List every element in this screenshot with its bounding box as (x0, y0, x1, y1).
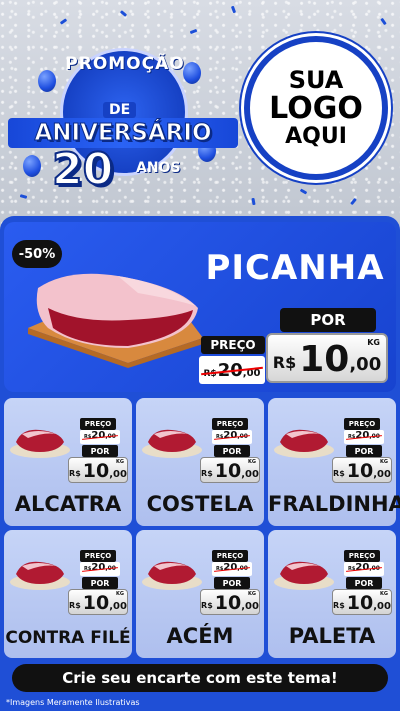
price-unit: KG (248, 459, 256, 465)
old-price: R$ 20 ,00 (80, 430, 120, 444)
product-name: ACÉM (166, 624, 234, 648)
balloon-icon (38, 70, 56, 92)
logo-placeholder[interactable]: SUA LOGO AQUI (244, 36, 388, 180)
logo-text-line1: SUA (288, 66, 344, 95)
promo-title-de: DE (103, 102, 137, 118)
meat-cut-icon (142, 429, 202, 458)
logo-text-line2: LOGO (269, 91, 363, 127)
por-label: POR (346, 445, 382, 457)
price-unit: KG (380, 591, 388, 597)
featured-product-name: PICANHA (205, 248, 385, 288)
new-price: R$ 10 ,00 KG (68, 589, 128, 615)
new-price-decimal: ,00 (241, 601, 259, 612)
price-unit: KG (116, 459, 124, 465)
new-price-integer: 10 (82, 460, 110, 482)
new-price-currency: R$ (69, 469, 81, 478)
new-price: R$ 10 ,00 KG (266, 333, 388, 383)
price-unit: KG (367, 338, 380, 347)
new-price-currency: R$ (69, 601, 81, 610)
old-price-integer: 20 (223, 430, 238, 441)
new-price-integer: 10 (346, 460, 374, 482)
logo-text-line3: AQUI (285, 123, 347, 149)
price-unit: KG (248, 591, 256, 597)
new-price-currency: R$ (272, 353, 297, 372)
new-price-currency: R$ (333, 601, 345, 610)
new-price-decimal: ,00 (349, 354, 382, 375)
new-price-decimal: ,00 (373, 601, 391, 612)
promo-badge: PROMOÇÃO DE ANIVERSÁRIO 20 ANOS (8, 40, 238, 193)
new-price-decimal: ,00 (241, 469, 259, 480)
old-price-integer: 20 (223, 562, 238, 573)
old-price-integer: 20 (355, 562, 370, 573)
new-price: R$ 10 ,00 KG (200, 589, 260, 615)
new-price-currency: R$ (333, 469, 345, 478)
preco-label: PREÇO (212, 550, 248, 562)
old-price: R$ 20 ,00 (212, 430, 252, 444)
old-price-integer: 20 (91, 562, 106, 573)
meat-cut-icon (10, 561, 70, 590)
meat-cut-icon (142, 561, 202, 590)
old-price: R$ 20 ,00 (80, 562, 120, 576)
balloon-icon (23, 155, 41, 177)
product-name: ALCATRA (14, 492, 122, 516)
old-price: R$ 20 ,00 (212, 562, 252, 576)
product-name: COSTELA (146, 492, 254, 516)
por-label: POR (346, 577, 382, 589)
meat-cut-icon (274, 429, 334, 458)
por-label: POR (280, 308, 376, 332)
old-price: R$ 20 ,00 (344, 562, 384, 576)
disclaimer-text: *Imagens Meramente Ilustrativas (6, 698, 140, 707)
new-price-integer: 10 (299, 339, 350, 380)
product-card[interactable]: PREÇO R$ 20 ,00 POR R$ 10 ,00 KG FRALDIN… (268, 398, 400, 526)
preco-label: PREÇO (201, 336, 265, 354)
por-label: POR (82, 577, 118, 589)
promo-title-top: PROMOÇÃO (65, 54, 185, 74)
por-label: POR (214, 445, 250, 457)
new-price-currency: R$ (201, 469, 213, 478)
product-card[interactable]: PREÇO R$ 20 ,00 POR R$ 10 ,00 KG ALCATRA (4, 398, 132, 526)
old-price: R$ 20 ,00 (344, 430, 384, 444)
new-price: R$ 10 ,00 KG (332, 589, 392, 615)
por-label: POR (214, 577, 250, 589)
new-price: R$ 10 ,00 KG (68, 457, 128, 483)
price-unit: KG (380, 459, 388, 465)
discount-badge: -50% (12, 240, 62, 268)
new-price: R$ 10 ,00 KG (332, 457, 392, 483)
new-price-integer: 10 (214, 460, 242, 482)
product-card[interactable]: PREÇO R$ 20 ,00 POR R$ 10 ,00 KG ACÉM (136, 530, 264, 658)
promo-anos: ANOS (136, 160, 181, 176)
new-price-integer: 10 (82, 592, 110, 614)
product-name: PALETA (288, 624, 376, 648)
preco-label: PREÇO (80, 418, 116, 430)
preco-label: PREÇO (212, 418, 248, 430)
old-price-integer: 20 (355, 430, 370, 441)
product-card[interactable]: PREÇO R$ 20 ,00 POR R$ 10 ,00 KG CONTRA … (4, 530, 132, 658)
new-price-integer: 10 (214, 592, 242, 614)
preco-label: PREÇO (80, 550, 116, 562)
meat-cut-icon (274, 561, 334, 590)
product-card[interactable]: PREÇO R$ 20 ,00 POR R$ 10 ,00 KG COSTELA (136, 398, 264, 526)
meat-cut-icon (10, 429, 70, 458)
por-label: POR (82, 445, 118, 457)
new-price-decimal: ,00 (373, 469, 391, 480)
promo-title-main: ANIVERSÁRIO (8, 118, 238, 148)
product-name: FRALDINHA (268, 492, 400, 516)
new-price-decimal: ,00 (109, 469, 127, 480)
old-price-integer: 20 (91, 430, 106, 441)
price-unit: KG (116, 591, 124, 597)
old-price: R$ 20 ,00 (199, 356, 265, 384)
product-name: CONTRA FILÉ (5, 628, 131, 648)
preco-label: PREÇO (344, 550, 380, 562)
preco-label: PREÇO (344, 418, 380, 430)
product-card[interactable]: PREÇO R$ 20 ,00 POR R$ 10 ,00 KG PALETA (268, 530, 396, 658)
new-price-decimal: ,00 (109, 601, 127, 612)
new-price-integer: 10 (346, 592, 374, 614)
new-price: R$ 10 ,00 KG (200, 457, 260, 483)
new-price-currency: R$ (201, 601, 213, 610)
create-flyer-button[interactable]: Crie seu encarte com este tema! (12, 664, 388, 692)
promo-number: 20 (51, 144, 114, 195)
